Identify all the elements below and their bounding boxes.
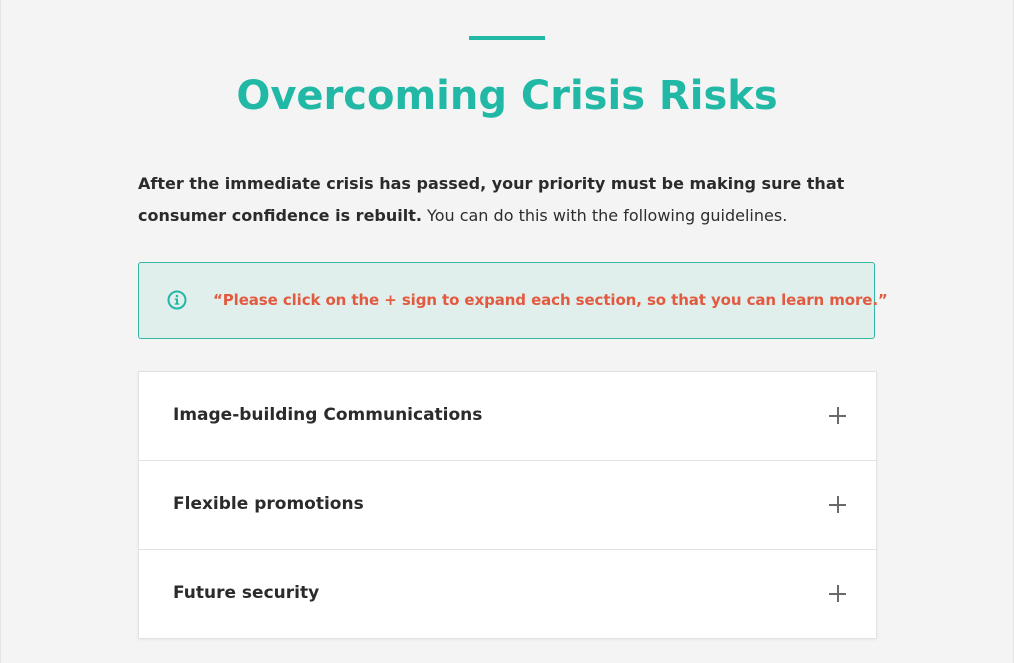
accordion-item-title: Image-building Communications [173, 405, 483, 425]
instruction-notice: “Please click on the + sign to expand ea… [138, 262, 888, 339]
accordion-item-flexible-promotions[interactable]: Flexible promotions [139, 461, 876, 550]
accordion-item-future-security[interactable]: Future security [139, 550, 876, 639]
intro-paragraph: After the immediate crisis has passed, y… [138, 168, 878, 232]
plus-icon[interactable] [829, 585, 846, 602]
accordion-item-image-building-communications[interactable]: Image-building Communications [139, 372, 876, 461]
plus-icon[interactable] [829, 496, 846, 513]
accordion: Image-building Communications Flexible p… [138, 371, 877, 639]
plus-icon[interactable] [829, 407, 846, 424]
title-accent-bar [469, 36, 545, 40]
page-title: Overcoming Crisis Risks [236, 73, 778, 119]
accordion-item-title: Flexible promotions [173, 494, 364, 514]
info-circle-icon [167, 290, 187, 310]
intro-regular-text: You can do this with the following guide… [421, 206, 788, 225]
accordion-item-title: Future security [173, 583, 320, 603]
page: Overcoming Crisis Risks After the immedi… [0, 0, 1014, 663]
notice-text: “Please click on the + sign to expand ea… [213, 291, 888, 309]
